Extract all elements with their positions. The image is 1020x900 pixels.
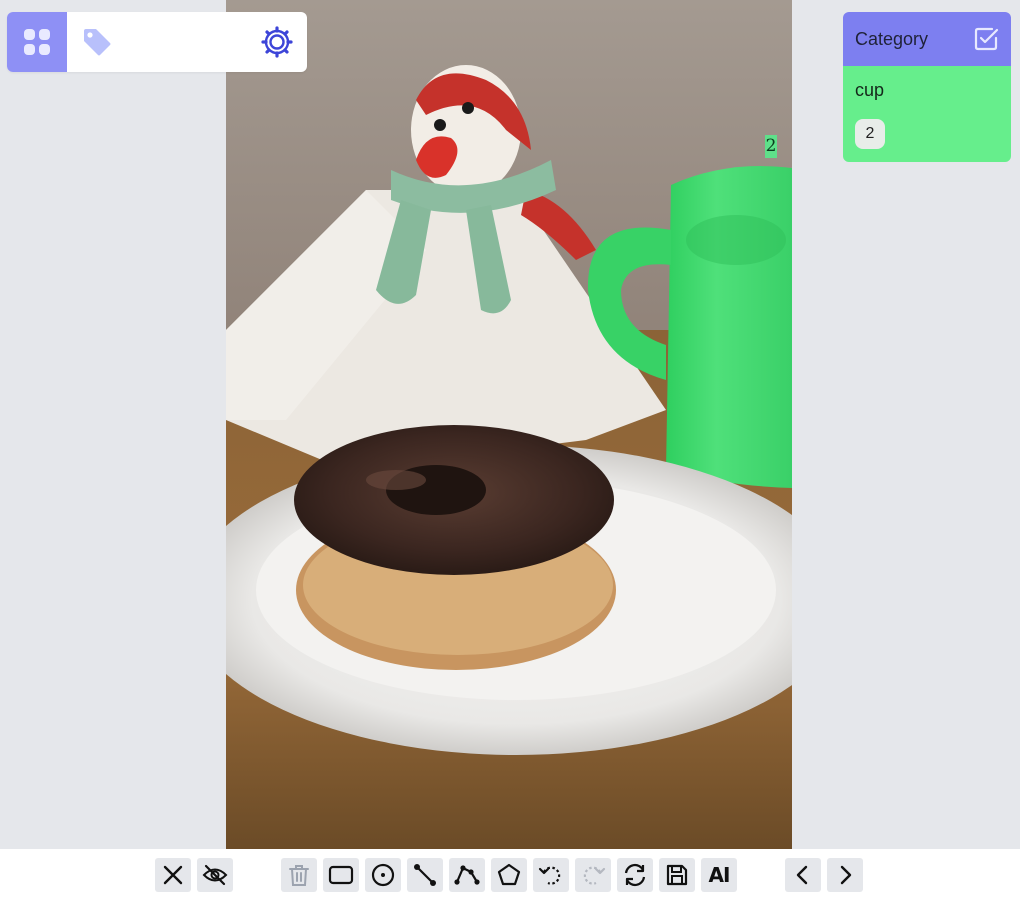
menu-button[interactable]: [7, 12, 67, 72]
category-panel: Category cup 2: [843, 12, 1011, 162]
previous-image-button[interactable]: [785, 858, 821, 892]
rectangle-icon: [328, 865, 354, 885]
category-header: Category: [843, 12, 1011, 66]
tag-button[interactable]: [67, 12, 127, 72]
image-canvas[interactable]: 2: [226, 0, 792, 849]
redo-icon: [583, 866, 606, 885]
tag-icon: [84, 29, 111, 56]
save-icon: [666, 864, 688, 886]
line-icon: [414, 864, 436, 886]
trash-icon: [289, 865, 309, 886]
hide-annotations-button[interactable]: [197, 858, 233, 892]
polyline-icon: [454, 865, 480, 885]
grid-icon: [24, 29, 50, 55]
settings-button[interactable]: [247, 12, 307, 72]
photo: [226, 0, 792, 849]
category-title: Category: [855, 28, 929, 49]
refresh-button[interactable]: [617, 858, 653, 892]
chevron-left-icon: [796, 865, 808, 885]
chevron-right-icon: [840, 865, 852, 885]
ai-button[interactable]: AI: [701, 858, 737, 892]
top-toolbar: [7, 12, 307, 72]
line-tool-button[interactable]: [407, 858, 443, 892]
ai-icon: AI: [708, 863, 731, 887]
category-item-cup[interactable]: cup 2: [843, 66, 1011, 162]
bottom-toolbar: AI: [0, 849, 1020, 900]
refresh-icon: [624, 863, 646, 887]
polygon-tool-button[interactable]: [491, 858, 527, 892]
category-count-badge: 2: [855, 119, 885, 149]
check-square-icon[interactable]: [973, 26, 999, 52]
close-button[interactable]: [155, 858, 191, 892]
eye-off-icon: [202, 864, 228, 886]
undo-icon: [538, 866, 561, 885]
rectangle-tool-button[interactable]: [323, 858, 359, 892]
polygon-icon: [497, 863, 521, 886]
polyline-tool-button[interactable]: [449, 858, 485, 892]
delete-button[interactable]: [281, 858, 317, 892]
annotation-label[interactable]: 2: [765, 135, 777, 158]
gear-icon: [261, 26, 293, 58]
category-name: cup: [855, 80, 885, 100]
redo-button[interactable]: [575, 858, 611, 892]
close-icon: [163, 865, 183, 885]
circle-point-icon: [371, 863, 395, 887]
next-image-button[interactable]: [827, 858, 863, 892]
undo-button[interactable]: [533, 858, 569, 892]
save-button[interactable]: [659, 858, 695, 892]
point-tool-button[interactable]: [365, 858, 401, 892]
